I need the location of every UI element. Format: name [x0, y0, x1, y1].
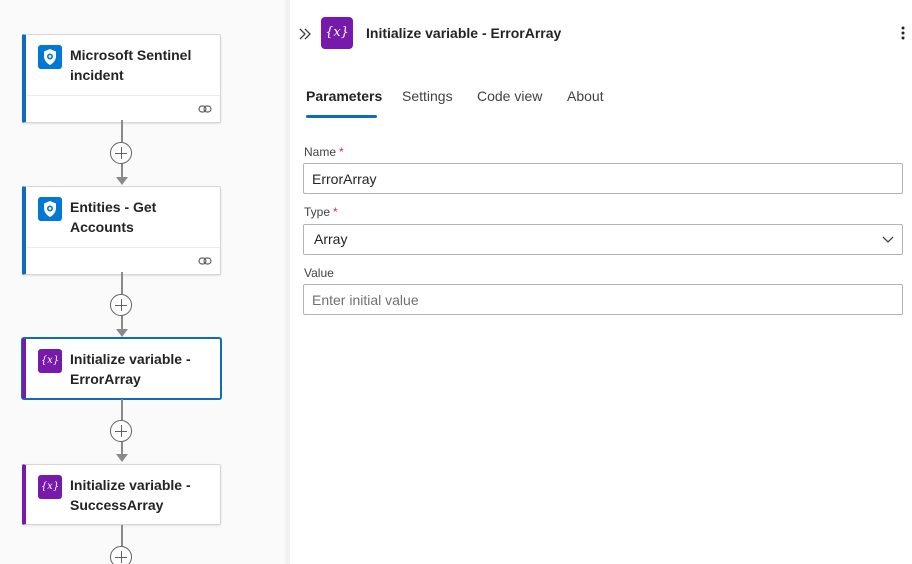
type-selected-value: Array — [314, 231, 348, 247]
name-label: Name * — [304, 145, 344, 159]
value-input[interactable] — [303, 284, 903, 315]
panel-title: Initialize variable - ErrorArray — [366, 25, 562, 41]
tab-settings[interactable]: Settings — [402, 88, 453, 104]
card-sentinel-incident[interactable]: Microsoft Sentinel incident — [22, 34, 221, 123]
connector-arrow — [116, 454, 128, 462]
connector-arrow — [116, 177, 128, 185]
sentinel-shield-icon — [38, 197, 62, 221]
card-title: Microsoft Sentinel incident — [70, 47, 192, 83]
connector-line — [121, 399, 123, 420]
connector-line — [121, 120, 123, 142]
tab-about[interactable]: About — [567, 88, 604, 104]
link-icon[interactable] — [198, 102, 212, 116]
connector-line — [121, 272, 123, 294]
chevron-down-icon — [882, 236, 894, 243]
add-step-button[interactable] — [110, 546, 132, 564]
type-dropdown[interactable]: Array — [303, 224, 903, 255]
tab-parameters[interactable]: Parameters — [306, 88, 382, 104]
card-title: Entities - Get Accounts — [70, 199, 157, 235]
name-input[interactable] — [303, 163, 903, 194]
card-initialize-variable-errorarray[interactable]: {x} Initialize variable - ErrorArray — [22, 338, 221, 399]
variable-icon: {x} — [321, 17, 353, 49]
card-entities-get-accounts[interactable]: Entities - Get Accounts — [22, 186, 221, 275]
double-chevron-right-icon[interactable] — [298, 27, 312, 41]
card-title: Initialize variable - ErrorArray — [70, 351, 191, 387]
connector-line — [121, 164, 123, 178]
add-step-button[interactable] — [110, 420, 132, 442]
card-title: Initialize variable - SuccessArray — [70, 477, 191, 513]
type-label: Type * — [304, 205, 338, 219]
connector-line — [121, 525, 123, 546]
active-tab-indicator — [306, 115, 377, 118]
designer-canvas[interactable]: Microsoft Sentinel incident Entities - G… — [0, 0, 288, 564]
connector-arrow — [116, 329, 128, 337]
connector-line — [121, 442, 123, 454]
more-options-icon[interactable] — [900, 25, 906, 41]
details-panel: {x} Initialize variable - ErrorArray Par… — [290, 0, 912, 564]
tab-code-view[interactable]: Code view — [477, 88, 542, 104]
variable-icon: {x} — [38, 349, 62, 373]
variable-icon: {x} — [38, 475, 62, 499]
sentinel-shield-icon — [38, 45, 62, 69]
link-icon[interactable] — [198, 254, 212, 268]
card-initialize-variable-successarray[interactable]: {x} Initialize variable - SuccessArray — [22, 464, 221, 525]
add-step-button[interactable] — [110, 294, 132, 316]
connector-line — [121, 316, 123, 330]
value-label: Value — [304, 266, 334, 280]
add-step-button[interactable] — [110, 142, 132, 164]
